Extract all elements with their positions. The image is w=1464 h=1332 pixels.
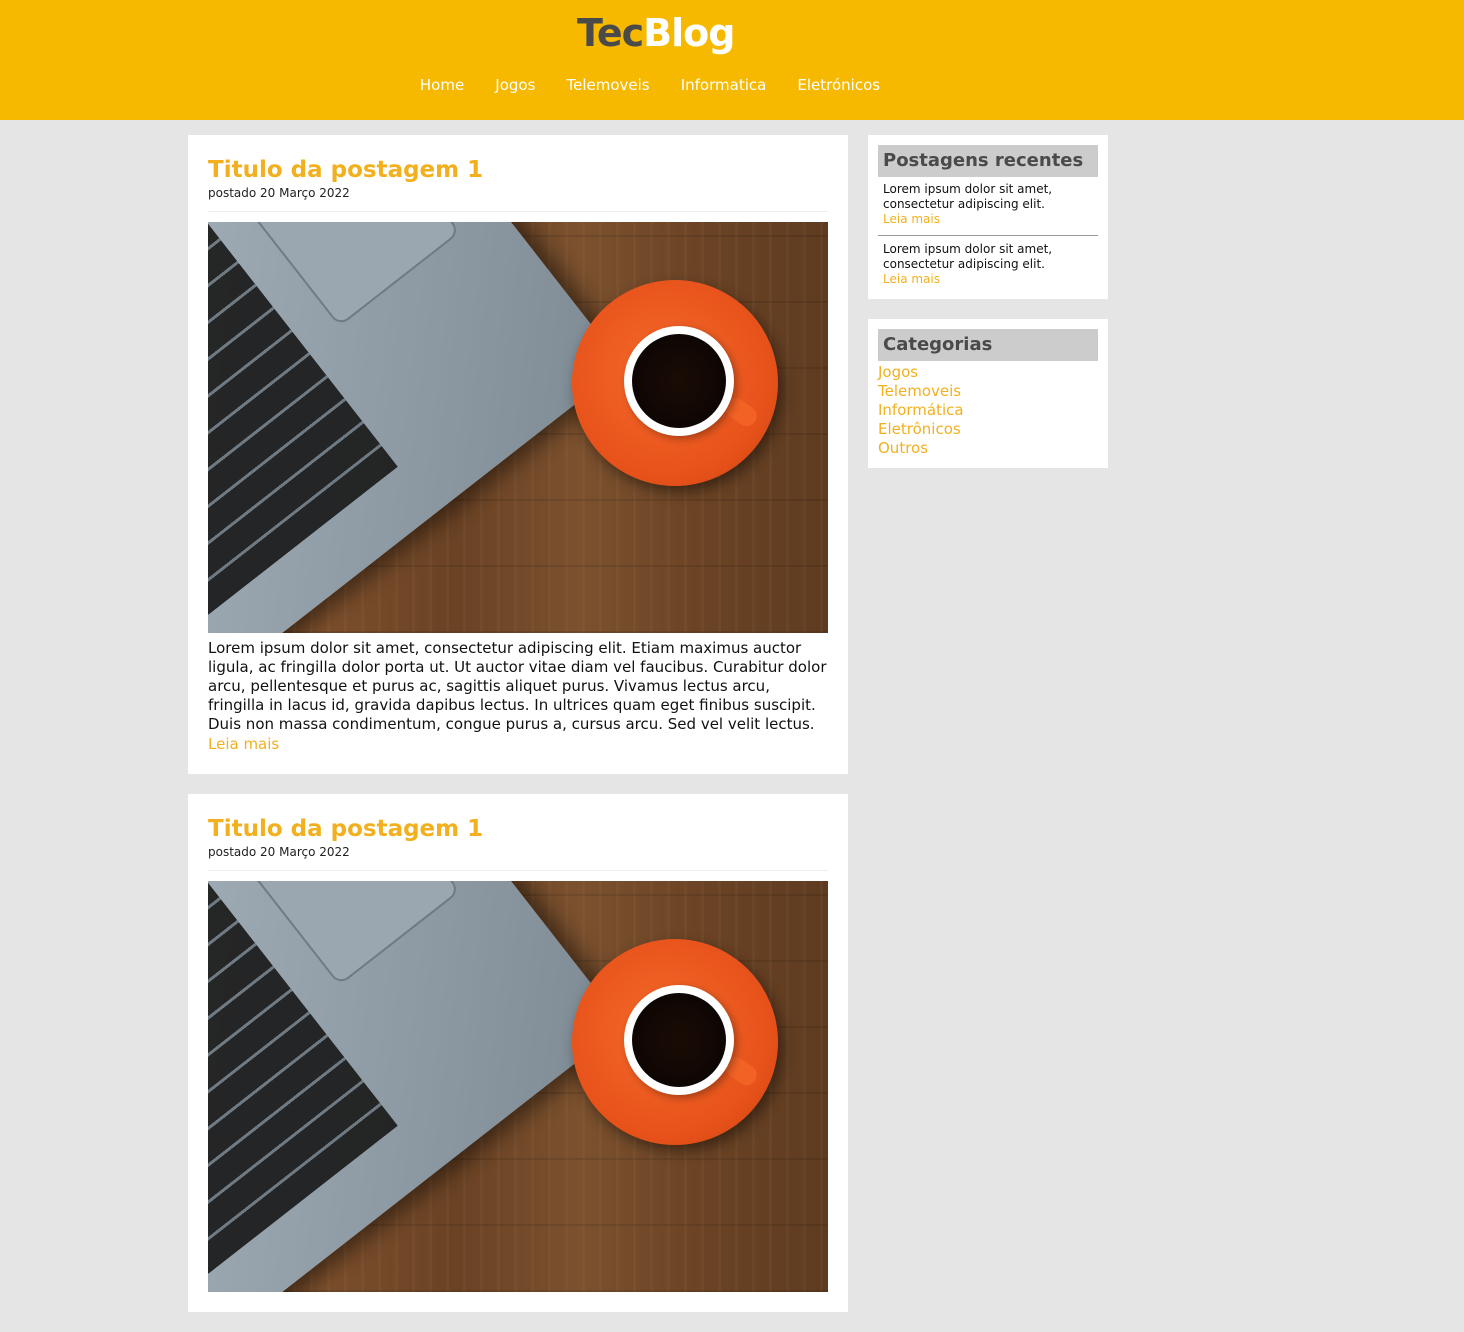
post-card: Titulo da postagem 1 postado 20 Março 20… xyxy=(188,135,848,774)
post-title[interactable]: Titulo da postagem 1 xyxy=(208,155,828,185)
main-nav: Home Jogos Telemoveis Informatica Eletró… xyxy=(0,75,1300,95)
coffee xyxy=(632,993,726,1087)
coffee xyxy=(632,334,726,428)
post-image xyxy=(208,222,828,633)
recent-read-more-link[interactable]: Leia mais xyxy=(883,272,940,286)
logo-blog: Blog xyxy=(643,11,735,55)
category-outros[interactable]: Outros xyxy=(878,439,1098,458)
nav-home[interactable]: Home xyxy=(420,75,464,95)
post-excerpt: Lorem ipsum dolor sit amet, consectetur … xyxy=(208,639,827,733)
post-date: postado 20 Março 2022 xyxy=(208,185,828,212)
category-eletronicos[interactable]: Eletrônicos xyxy=(878,420,1098,439)
site-logo[interactable]: TecBlog xyxy=(577,10,735,56)
post-card: Titulo da postagem 1 postado 20 Março 20… xyxy=(188,794,848,1312)
categories-widget: Categorias Jogos Telemoveis Informática … xyxy=(868,319,1108,468)
main-content: Titulo da postagem 1 postado 20 Março 20… xyxy=(188,135,848,1332)
post-title[interactable]: Titulo da postagem 1 xyxy=(208,814,828,844)
category-list: Jogos Telemoveis Informática Eletrônicos… xyxy=(878,361,1098,458)
recent-post-text: Lorem ipsum dolor sit amet, consectetur … xyxy=(883,242,1053,271)
nav-jogos[interactable]: Jogos xyxy=(495,75,535,95)
logo-tec: Tec xyxy=(577,11,644,55)
recent-posts-title: Postagens recentes xyxy=(878,145,1098,177)
category-informatica[interactable]: Informática xyxy=(878,401,1098,420)
categories-title: Categorias xyxy=(878,329,1098,361)
post-image xyxy=(208,881,828,1292)
category-telemoveis[interactable]: Telemoveis xyxy=(878,382,1098,401)
recent-post-item: Lorem ipsum dolor sit amet, consectetur … xyxy=(878,177,1098,229)
nav-informatica[interactable]: Informatica xyxy=(681,75,767,95)
post-date: postado 20 Março 2022 xyxy=(208,844,828,871)
recent-posts-widget: Postagens recentes Lorem ipsum dolor sit… xyxy=(868,135,1108,299)
nav-telemoveis[interactable]: Telemoveis xyxy=(567,75,650,95)
recent-post-text: Lorem ipsum dolor sit amet, consectetur … xyxy=(883,182,1053,211)
site-header: TecBlog Home Jogos Telemoveis Informatic… xyxy=(0,0,1464,120)
recent-read-more-link[interactable]: Leia mais xyxy=(883,212,940,226)
nav-eletronicos[interactable]: Eletrónicos xyxy=(797,75,880,95)
read-more-link[interactable]: Leia mais xyxy=(208,735,279,754)
sidebar: Postagens recentes Lorem ipsum dolor sit… xyxy=(868,135,1108,488)
recent-post-item: Lorem ipsum dolor sit amet, consectetur … xyxy=(878,235,1098,289)
category-jogos[interactable]: Jogos xyxy=(878,363,1098,382)
